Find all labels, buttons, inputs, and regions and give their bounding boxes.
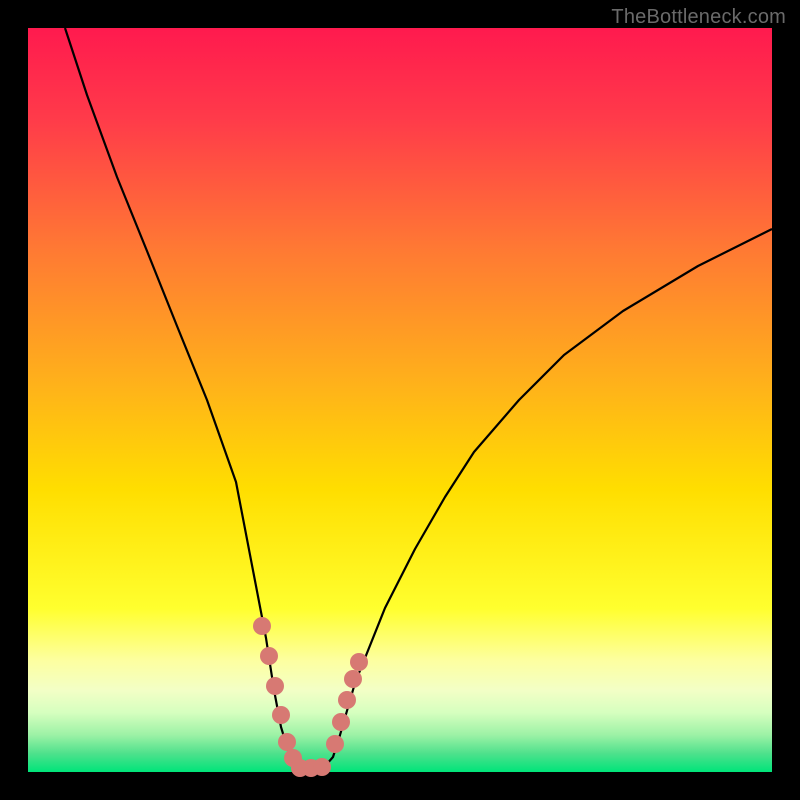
chart-frame: TheBottleneck.com bbox=[0, 0, 800, 800]
watermark-text: TheBottleneck.com bbox=[611, 6, 786, 29]
gradient-area bbox=[28, 28, 772, 772]
bottleneck-chart bbox=[0, 0, 800, 800]
